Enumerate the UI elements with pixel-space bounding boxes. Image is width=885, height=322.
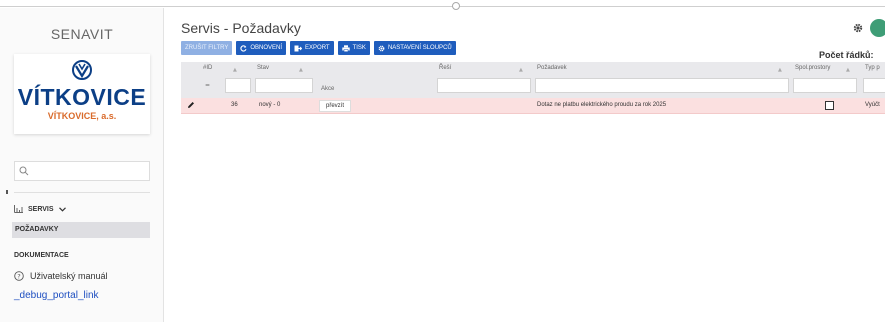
sidebar-item-manual-label: Uživatelský manuál bbox=[30, 271, 108, 281]
gear-icon bbox=[378, 45, 385, 51]
sidebar-item-manual[interactable]: ? Uživatelský manuál bbox=[14, 271, 108, 281]
sort-icon[interactable]: ▲ bbox=[778, 67, 782, 73]
edit-pencil-icon[interactable] bbox=[187, 101, 195, 109]
sort-icon[interactable]: ▲ bbox=[299, 67, 303, 73]
refresh-label: OBNOVENÍ bbox=[250, 45, 283, 51]
shared-spaces-checkbox[interactable] bbox=[825, 101, 834, 110]
cell-request: Dotaz ne platbu elektrického proudu za r… bbox=[537, 102, 667, 108]
nav-group-servis-label: SERVIS bbox=[28, 205, 54, 213]
collapse-handle-icon[interactable] bbox=[452, 2, 460, 10]
column-settings-label: NASTAVENÍ SLOUPCŮ bbox=[387, 45, 452, 51]
company-logo: VÍTKOVICE VÍTKOVICE, a.s. bbox=[14, 54, 150, 134]
chevron-down-icon bbox=[58, 206, 66, 212]
search-input[interactable] bbox=[14, 161, 150, 181]
chart-icon bbox=[14, 205, 23, 213]
sidebar-item-pozadavky[interactable]: POŽADAVKY bbox=[12, 222, 150, 238]
user-avatar[interactable] bbox=[870, 19, 885, 37]
print-icon bbox=[341, 44, 350, 52]
rows-count-label: Počet řádků: bbox=[819, 50, 874, 60]
column-header-status[interactable]: Stav bbox=[257, 65, 269, 71]
export-label: EXPORT bbox=[305, 45, 330, 51]
request-filter-input[interactable] bbox=[535, 78, 789, 93]
sort-icon[interactable]: ▲ bbox=[233, 67, 237, 73]
clear-filters-button[interactable]: ZRUŠIT FILTRY bbox=[181, 41, 233, 55]
column-header-id[interactable]: #ID bbox=[203, 65, 212, 71]
page-title: Servis - Požadavky bbox=[181, 20, 301, 36]
table-row[interactable]: 36 nový - 0 převzít Dotaz ne platbu elek… bbox=[181, 98, 885, 114]
print-button[interactable]: TISK bbox=[337, 41, 370, 55]
clear-filters-label: ZRUŠIT FILTRY bbox=[185, 45, 229, 51]
nav-section-dokumentace: DOKUMENTACE bbox=[14, 252, 69, 259]
column-header-solver[interactable]: Řeší bbox=[439, 65, 451, 71]
svg-text:?: ? bbox=[17, 273, 20, 281]
sort-icon[interactable]: ▲ bbox=[846, 67, 850, 73]
sort-icon[interactable]: ▲ bbox=[519, 67, 523, 73]
export-button[interactable]: EXPORT bbox=[290, 41, 334, 55]
refresh-icon bbox=[240, 44, 247, 52]
id-filter-operator[interactable]: = bbox=[205, 82, 210, 89]
export-icon bbox=[294, 45, 303, 51]
logo-emblem-icon bbox=[72, 60, 92, 80]
app-brand: SENAVIT bbox=[50, 26, 114, 42]
column-header-type[interactable]: Typ p bbox=[865, 65, 880, 71]
cell-type: Vyúčt bbox=[865, 102, 880, 108]
question-circle-icon: ? bbox=[14, 271, 24, 281]
column-settings-button[interactable]: NASTAVENÍ SLOUPCŮ bbox=[373, 41, 456, 55]
status-filter-input[interactable] bbox=[255, 78, 313, 93]
cell-status: nový - 0 bbox=[259, 102, 281, 108]
take-over-button[interactable]: převzít bbox=[319, 100, 352, 112]
settings-gear-icon[interactable] bbox=[853, 23, 863, 33]
print-label: TISK bbox=[352, 45, 366, 51]
column-header-request[interactable]: Požadavek bbox=[537, 65, 567, 71]
toolbar: ZRUŠIT FILTRY OBNOVENÍ EXPORT TISK NASTA… bbox=[181, 41, 456, 55]
nav-group-servis[interactable]: SERVIS bbox=[14, 202, 66, 216]
sidebar-divider bbox=[14, 192, 150, 193]
cell-id: 36 bbox=[231, 102, 238, 108]
sidebar-marker bbox=[6, 190, 8, 194]
search-icon bbox=[19, 166, 29, 176]
solver-filter-input[interactable] bbox=[437, 78, 531, 93]
table-header: #ID ▲ = Stav ▲ Akce Řeší ▲ Požadavek ▲ S… bbox=[181, 62, 885, 98]
column-header-shared[interactable]: Spol.prostory bbox=[795, 65, 830, 71]
id-filter-input[interactable] bbox=[225, 78, 251, 93]
refresh-button[interactable]: OBNOVENÍ bbox=[236, 41, 287, 55]
logo-wordmark: VÍTKOVICE bbox=[17, 84, 147, 110]
type-filter-input[interactable] bbox=[863, 78, 885, 93]
top-divider bbox=[0, 6, 885, 7]
logo-subtitle: VÍTKOVICE, a.s. bbox=[47, 111, 117, 121]
column-header-action: Akce bbox=[321, 86, 335, 92]
debug-portal-link[interactable]: _debug_portal_link bbox=[14, 290, 99, 301]
shared-filter-input[interactable] bbox=[793, 78, 857, 93]
sidebar: SENAVIT VÍTKOVICE VÍTKOVICE, a.s. SERVIS bbox=[0, 8, 164, 322]
